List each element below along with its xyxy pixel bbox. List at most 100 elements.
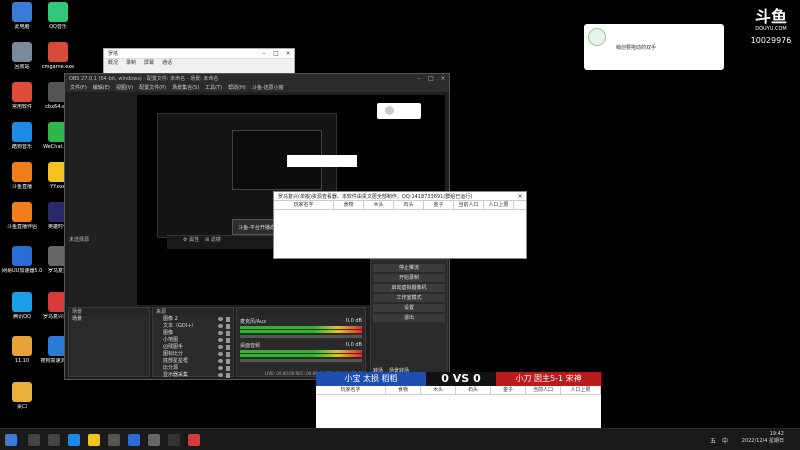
tracker-titlebar[interactable]: 罗马复兴(单搬)资源查看器，本软件由贵文居全部制作。QQ:1418733891(… [274, 192, 526, 201]
settings-button[interactable]: 设置 [373, 304, 445, 312]
desktop-icon[interactable]: 桌口 [2, 382, 42, 422]
source-item[interactable]: 凶残图手 [153, 344, 233, 351]
eye-icon[interactable] [218, 317, 223, 321]
desktop-app-icon [12, 202, 32, 222]
desktop-icon[interactable]: 斗鱼直播 [2, 162, 42, 202]
edge-icon[interactable] [68, 434, 80, 446]
search-icon[interactable] [28, 434, 40, 446]
menu-scene-collection[interactable]: 场景集合(S) [172, 84, 199, 91]
desktop-icon[interactable]: 11.10 [2, 336, 42, 376]
notification-popup[interactable]: 萌创要拖动的双手 [584, 24, 724, 70]
resource-tracker-window[interactable]: 罗马复兴(单搬)资源查看器，本软件由贵文居全部制作。QQ:1418733891(… [273, 191, 527, 259]
close-icon[interactable]: × [437, 75, 449, 82]
source-item[interactable]: 小地图 [153, 337, 233, 344]
windows-start-icon[interactable] [5, 434, 17, 446]
desktop-icon[interactable]: 网易UU加速器5.0 [2, 246, 42, 286]
menu-profile[interactable]: 配置文件(P) [139, 84, 166, 91]
tab-call[interactable]: 通话 [162, 59, 172, 66]
properties-button[interactable]: ⚙ 属性 [183, 236, 199, 243]
mic-db: 0.0 dB [345, 318, 362, 324]
app-icon[interactable] [128, 434, 140, 446]
desktop-icon[interactable]: 斗鱼直播伴侣 [2, 202, 42, 242]
desktop-icon[interactable]: 腾讯QQ [2, 292, 42, 332]
scene-item[interactable]: 场景 [69, 316, 149, 323]
start-record-button[interactable]: 开始录制 [373, 274, 445, 282]
desktop-icon[interactable]: 此电脑 [2, 2, 42, 42]
mic-volume-slider[interactable] [240, 335, 362, 338]
eye-icon[interactable] [218, 352, 223, 356]
mini-window-titlebar[interactable]: 罗塔 – □ × [104, 49, 294, 58]
source-label: 图像 [163, 330, 174, 336]
desktop-icon[interactable]: QQ音乐 [38, 2, 78, 42]
close-icon[interactable]: × [282, 50, 294, 57]
desktop-icon-label: 11.10 [14, 358, 30, 364]
ime-indicator[interactable]: 五 [710, 436, 716, 445]
source-item[interactable]: 图标比分 [153, 351, 233, 358]
obs-titlebar[interactable]: OBS 27.0.1 (64-bit, windows) - 配置文件: 未命名… [65, 74, 449, 83]
tab-overview[interactable]: 概况 [108, 59, 118, 66]
source-item[interactable]: 图像 2 [153, 316, 233, 323]
tab-record[interactable]: 录制 [126, 59, 136, 66]
app-icon[interactable] [148, 434, 160, 446]
maximize-icon[interactable]: □ [270, 50, 282, 57]
desktop-icon-label: 斗鱼直播 [11, 184, 32, 190]
eye-icon[interactable] [218, 359, 223, 363]
desktop-icon[interactable]: 酷狗音乐 [2, 122, 42, 162]
menu-view[interactable]: 视图(V) [116, 84, 133, 91]
obs-icon[interactable] [168, 434, 180, 446]
desktop-icon[interactable]: 常用软件 [2, 82, 42, 122]
language-indicator[interactable]: 中 [722, 436, 728, 445]
mini-window[interactable]: 罗塔 – □ × 概况 录制 屏幕 通话 [103, 48, 295, 74]
lock-icon[interactable] [226, 373, 230, 378]
menu-tools[interactable]: 工具(T) [205, 84, 222, 91]
maximize-icon[interactable]: □ [425, 75, 437, 82]
source-item[interactable]: 文本（GDI+） [153, 323, 233, 330]
app-icon[interactable] [108, 434, 120, 446]
lock-icon[interactable] [226, 366, 230, 371]
eye-icon[interactable] [218, 345, 223, 349]
nested-notification [377, 103, 421, 119]
source-item[interactable]: 比分源 [153, 365, 233, 372]
desktop-volume-slider[interactable] [240, 359, 362, 362]
studio-mode-button[interactable]: 工作室模式 [373, 294, 445, 302]
menu-douyu[interactable]: 斗鱼-还原小窗 [252, 84, 284, 91]
menu-file[interactable]: 文件(F) [70, 84, 87, 91]
minimize-icon[interactable]: – [258, 50, 270, 57]
col-stone: 石头 [456, 386, 491, 394]
desktop-icon-label: 酷狗音乐 [11, 144, 32, 150]
eye-icon[interactable] [218, 331, 223, 335]
source-item[interactable]: 底部星星框 [153, 358, 233, 365]
exit-button[interactable]: 退出 [373, 314, 445, 322]
task-view-icon[interactable] [48, 434, 60, 446]
lock-icon[interactable] [226, 352, 230, 357]
eye-icon[interactable] [218, 373, 223, 377]
clock[interactable]: 19:42 2022/12/4 星期日 [738, 431, 784, 444]
tracker-icon[interactable] [188, 434, 200, 446]
stop-stream-button[interactable]: 停止推流 [373, 264, 445, 272]
tab-screen[interactable]: 屏幕 [144, 59, 154, 66]
lock-icon[interactable] [226, 324, 230, 329]
col-pop-cap: 人口上限 [561, 386, 601, 394]
lock-icon[interactable] [226, 317, 230, 322]
mic-meter-2 [240, 330, 362, 333]
menu-edit[interactable]: 编辑(E) [93, 84, 110, 91]
virtual-camera-button[interactable]: 启动虚拟摄像机 [373, 284, 445, 292]
sources-header: 来源 [153, 308, 233, 316]
close-icon[interactable]: × [514, 193, 526, 200]
tracker-title: 罗马复兴(单搬)资源查看器，本软件由贵文居全部制作。QQ:1418733891(… [278, 193, 473, 200]
source-item[interactable]: 图像 [153, 330, 233, 337]
explorer-icon[interactable] [88, 434, 100, 446]
source-item[interactable]: 显示器采集 [153, 372, 233, 379]
lock-icon[interactable] [226, 331, 230, 336]
eye-icon[interactable] [218, 324, 223, 328]
eye-icon[interactable] [218, 338, 223, 342]
eye-icon[interactable] [218, 366, 223, 370]
lock-icon[interactable] [226, 359, 230, 364]
col-pop: 当前人口 [454, 201, 484, 209]
filters-button[interactable]: ⊞ 滤镜 [205, 236, 221, 243]
menu-help[interactable]: 帮助(H) [228, 84, 246, 91]
desktop-icon[interactable]: 回收站 [2, 42, 42, 82]
lock-icon[interactable] [226, 345, 230, 350]
lock-icon[interactable] [226, 338, 230, 343]
minimize-icon[interactable]: – [413, 75, 425, 82]
